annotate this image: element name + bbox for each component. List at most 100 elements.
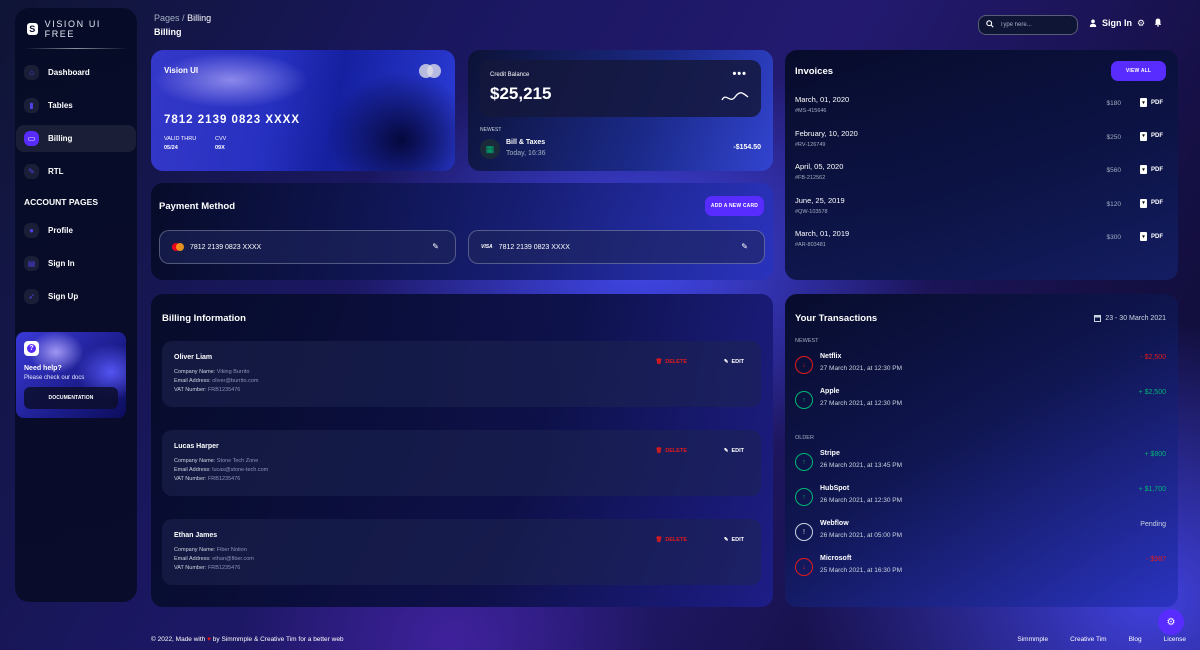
view-all-button[interactable]: VIEW ALL <box>1111 61 1166 81</box>
billing-vat: VAT Number: FRB1235476 <box>174 387 241 393</box>
sidebar-item-dashboard[interactable]: ⌂ Dashboard <box>16 59 136 86</box>
invoice-pdf-button[interactable]: ▾ PDF <box>1140 198 1163 208</box>
invoice-pdf-button[interactable]: ▾ PDF <box>1140 131 1163 141</box>
bell-icon[interactable] <box>1154 18 1162 29</box>
help-title: Need help? <box>24 365 62 372</box>
transaction-name: Apple <box>820 388 840 395</box>
documentation-button[interactable]: DOCUMENTATION <box>24 387 118 409</box>
billing-company: Company Name: Fiber Notion <box>174 547 247 553</box>
brand-name: VISION UI FREE <box>44 19 102 39</box>
sidebar-item-label: RTL <box>48 167 64 176</box>
billing-information-card: Billing Information Oliver Liam Company N… <box>151 294 773 607</box>
invoice-pdf-button[interactable]: ▾ PDF <box>1140 98 1163 107</box>
payment-card-number: 7812 2139 0823 XXXX <box>190 243 262 251</box>
mastercard-logo-icon <box>419 64 441 78</box>
brand[interactable]: S VISION UI FREE <box>15 8 137 40</box>
billing-name: Ethan James <box>174 532 218 539</box>
invoice-amount: $120 <box>1106 200 1121 208</box>
search-input[interactable] <box>1000 22 1070 28</box>
invoice-date: March, 01, 2020 <box>795 95 850 104</box>
pdf-icon: ▾ <box>1140 98 1147 107</box>
sidebar-item-sign-up[interactable]: ➶ Sign Up <box>16 283 136 310</box>
payment-method-card: Payment Method ADD A NEW CARD 7812 2139 … <box>151 183 773 280</box>
invoice-row: March, 01, 2020 #MS-415646 $180 ▾ PDF <box>795 95 1163 123</box>
edit-button[interactable]: ✎ EDIT <box>724 359 744 365</box>
search-box[interactable] <box>978 15 1078 35</box>
breadcrumb-separator: / <box>182 13 185 23</box>
delete-button[interactable]: 🗑 DELETE <box>655 537 687 543</box>
billing-name: Oliver Liam <box>174 354 213 361</box>
payment-card-mastercard[interactable]: 7812 2139 0823 XXXX ✎ <box>159 230 456 264</box>
footer-link-blog[interactable]: Blog <box>1129 636 1142 643</box>
billing-entry: Lucas Harper Company Name: Stone Tech Zon… <box>162 430 761 496</box>
transaction-amount: + $1,700 <box>1138 486 1166 493</box>
sidebar-item-billing[interactable]: ▭ Billing <box>16 125 136 152</box>
edit-button[interactable]: ✎ EDIT <box>724 448 744 454</box>
search-icon <box>986 20 994 30</box>
visa-icon: VISA <box>481 244 493 250</box>
billing-email: Email Address: lucas@stone-tech.com <box>174 467 269 473</box>
date-range: 23 - 30 March 2021 <box>1094 314 1166 322</box>
invoice-id: #QW-103578 <box>795 208 828 215</box>
settings-fab[interactable]: ⚙ <box>1158 609 1184 635</box>
breadcrumb-current: Billing <box>187 13 212 23</box>
sidebar: S VISION UI FREE ⌂ Dashboard ▮ Tables ▭ … <box>15 8 137 602</box>
billing-vat: VAT Number: FRB1235476 <box>174 565 241 571</box>
invoice-row: June, 25, 2019 #QW-103578 $120 ▾ PDF <box>795 196 1163 224</box>
invoice-date: March, 01, 2019 <box>795 229 850 238</box>
transaction-amount: -$154.50 <box>733 144 761 151</box>
building-icon: ▦ <box>480 139 500 159</box>
pencil-icon: ✎ <box>723 359 729 365</box>
invoice-row: February, 10, 2020 #RV-126749 $250 ▾ PDF <box>795 129 1163 157</box>
divider <box>25 48 127 49</box>
pencil-icon: ✎ <box>723 537 729 543</box>
edit-button[interactable]: ✎ EDIT <box>724 537 744 543</box>
delete-button[interactable]: 🗑 DELETE <box>655 448 687 454</box>
transaction-date: 27 March 2021, at 12:30 PM <box>820 365 903 372</box>
invoice-pdf-button[interactable]: ▾ PDF <box>1140 232 1163 241</box>
transaction-name: Webflow <box>820 520 849 527</box>
arrow-down-icon: ↓ <box>795 356 813 374</box>
payment-card-number: 7812 2139 0823 XXXX <box>498 243 570 251</box>
footer-link-simmmple[interactable]: Simmmple <box>1017 636 1048 643</box>
footer-link-license[interactable]: License <box>1164 636 1186 643</box>
cvv: CVV 09X <box>215 136 227 151</box>
transaction-date: 26 March 2021, at 05:00 PM <box>820 532 903 539</box>
sidebar-item-sign-in[interactable]: ▤ Sign In <box>16 250 136 277</box>
payment-card-visa[interactable]: VISA 7812 2139 0823 XXXX ✎ <box>468 230 765 264</box>
transaction-name: HubSpot <box>820 485 850 492</box>
transaction-name: Stripe <box>820 450 840 457</box>
calendar-icon <box>1094 315 1102 322</box>
trash-icon: 🗑 <box>655 359 663 365</box>
invoice-pdf-button[interactable]: ▾ PDF <box>1140 165 1163 174</box>
brand-logo-icon: S <box>27 23 38 35</box>
add-new-card-button[interactable]: ADD A NEW CARD <box>705 196 764 216</box>
help-subtitle: Please check our docs <box>24 375 85 381</box>
footer-link-creative-tim[interactable]: Creative Tim <box>1070 636 1106 643</box>
valid-thru: VALID THRU 05/24 <box>164 136 197 151</box>
credit-balance-card: Credit Balance $25,215 ••• NEWEST ▦ Bill… <box>468 50 773 171</box>
sign-in-link[interactable]: Sign In <box>1089 18 1132 28</box>
invoice-date: February, 10, 2020 <box>795 128 858 138</box>
arrow-up-icon: ↑ <box>795 453 813 471</box>
breadcrumb-root[interactable]: Pages <box>154 13 180 23</box>
help-card: ? Need help? Please check our docs DOCUM… <box>16 332 126 418</box>
sidebar-item-tables[interactable]: ▮ Tables <box>16 92 136 119</box>
pencil-icon[interactable]: ✎ <box>741 242 748 251</box>
invoices-title: Invoices <box>795 66 834 77</box>
sidebar-item-rtl[interactable]: ✎ RTL <box>16 158 136 185</box>
sidebar-item-profile[interactable]: ● Profile <box>16 217 136 244</box>
older-section-label: OLDER <box>795 435 814 441</box>
pencil-icon: ✎ <box>723 448 729 454</box>
transaction-amount: + $2,500 <box>1138 389 1166 396</box>
trash-icon: 🗑 <box>655 537 663 543</box>
person-icon: ● <box>24 223 39 238</box>
sidebar-item-label: Billing <box>48 134 73 143</box>
gear-icon[interactable]: ⚙ <box>1137 18 1145 29</box>
delete-button[interactable]: 🗑 DELETE <box>655 359 687 365</box>
more-options-icon[interactable]: ••• <box>732 68 747 80</box>
transaction-name: Netflix <box>820 353 842 360</box>
sign-in-label: Sign In <box>1102 18 1132 28</box>
pencil-icon[interactable]: ✎ <box>432 242 439 251</box>
pdf-icon: ▾ <box>1140 198 1147 208</box>
